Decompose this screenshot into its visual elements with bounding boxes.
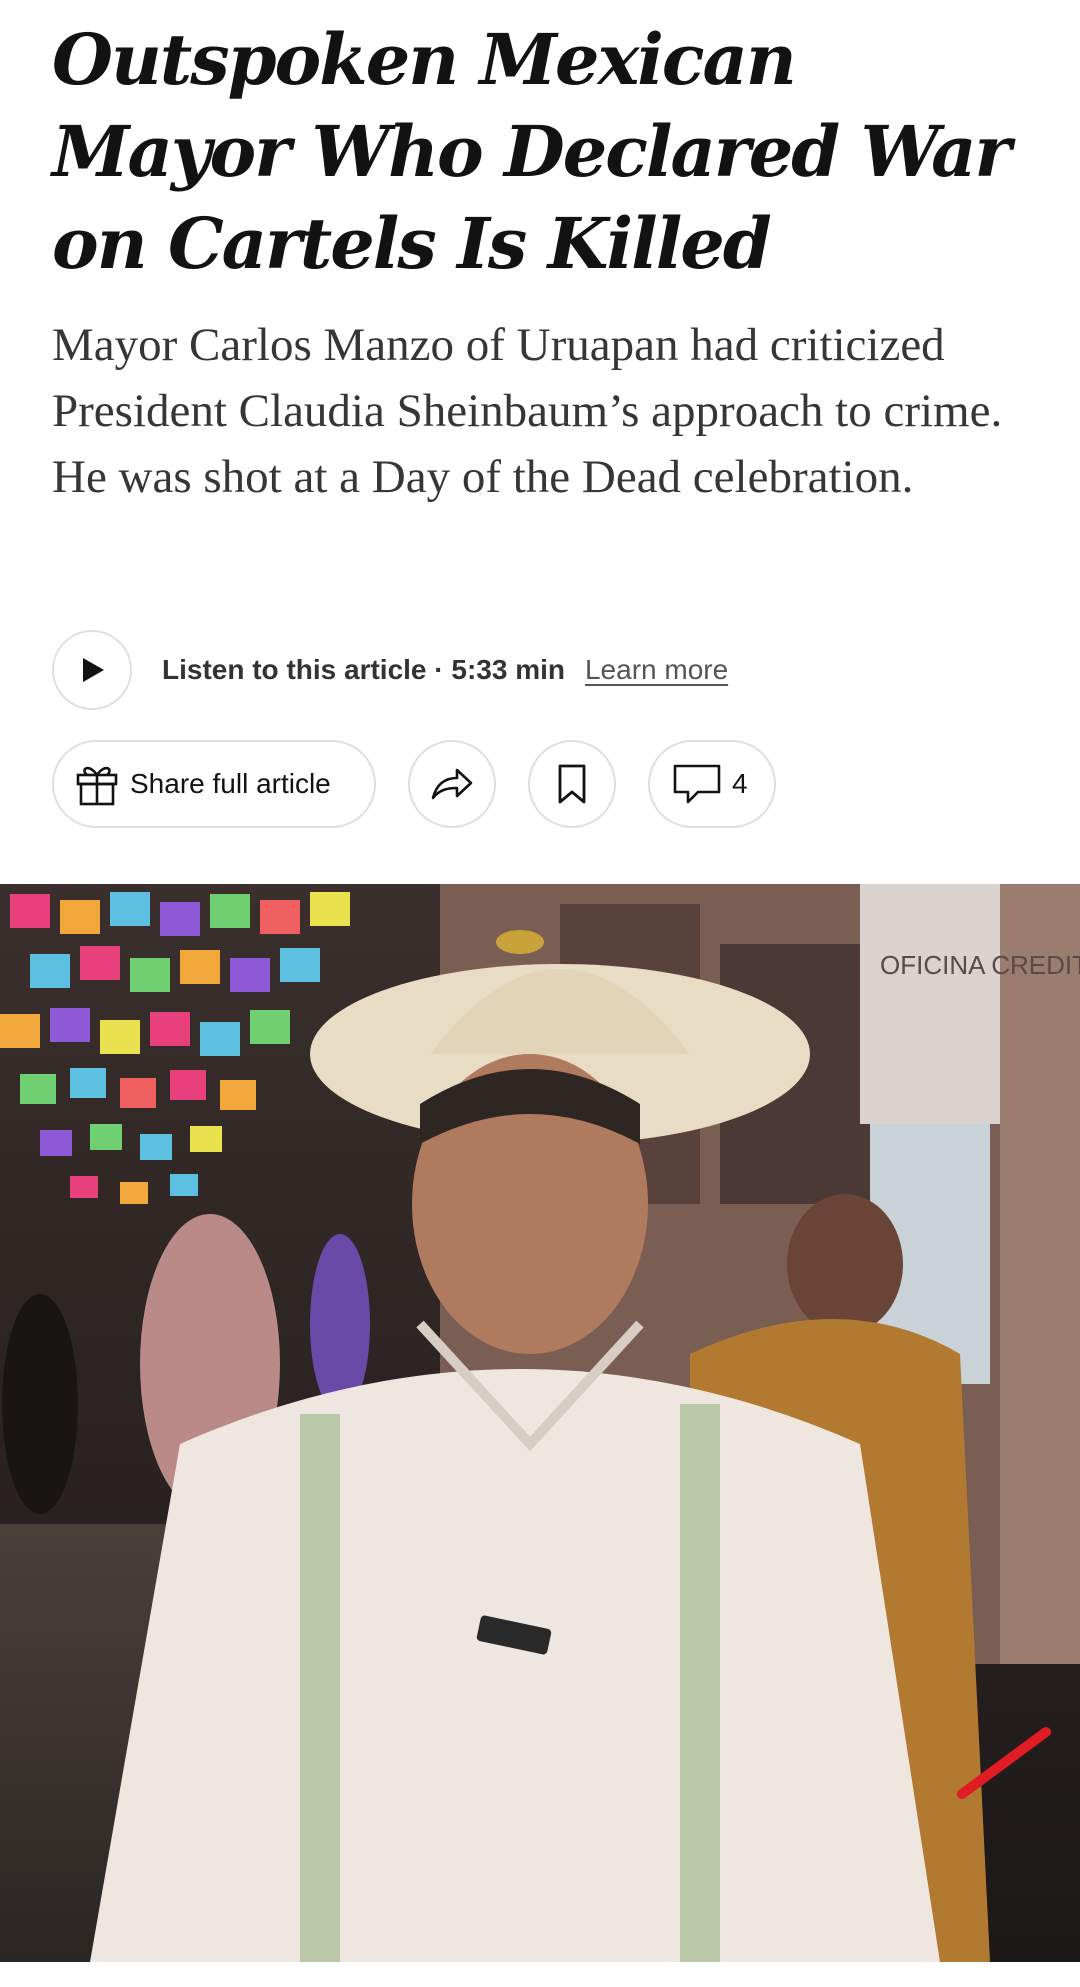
play-button[interactable] <box>52 630 132 710</box>
comments-button[interactable]: 4 <box>648 740 776 828</box>
save-button[interactable] <box>528 740 616 828</box>
listen-row: Listen to this article · 5:33 min Learn … <box>52 628 728 712</box>
article-photo: OFICINA CREDIT <box>0 884 1080 1962</box>
article-headline: Outspoken Mexican Mayor Who Declared War… <box>52 18 1011 285</box>
share-arrow-icon <box>431 768 473 800</box>
listen-label: Listen to this article · 5:33 min <box>162 654 565 685</box>
photo-illustration: OFICINA CREDIT <box>0 884 1080 1962</box>
comment-count: 4 <box>732 768 748 799</box>
learn-more-link[interactable]: Learn more <box>585 654 728 686</box>
bookmark-icon <box>558 764 586 804</box>
photo-sign-text: OFICINA CREDIT <box>880 950 1080 980</box>
article-actions: Share full article 4 <box>52 740 776 828</box>
share-button[interactable] <box>408 740 496 828</box>
share-full-article-button[interactable]: Share full article <box>52 740 376 828</box>
play-icon <box>83 658 104 682</box>
article-summary: Mayor Carlos Manzo of Uruapan had critic… <box>52 319 1003 503</box>
comment-icon <box>673 764 721 804</box>
share-full-article-label: Share full article <box>130 768 331 799</box>
gift-icon <box>76 766 118 806</box>
